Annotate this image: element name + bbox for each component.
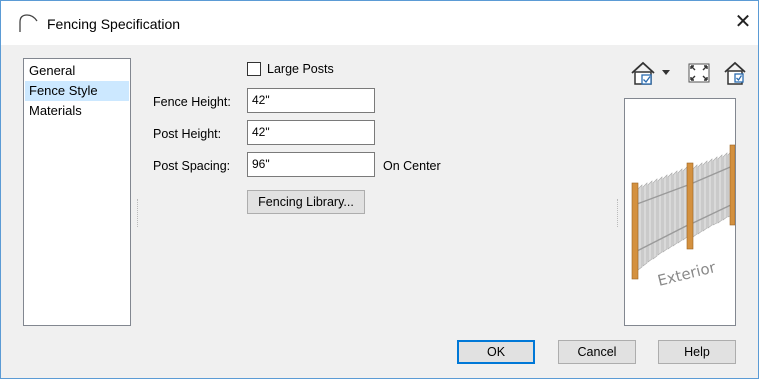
post-height-label: Post Height: bbox=[153, 127, 222, 141]
post-height-input[interactable]: 42" bbox=[247, 120, 375, 145]
help-button[interactable]: Help bbox=[658, 340, 736, 364]
fence-app-icon bbox=[17, 12, 39, 34]
close-button[interactable]: ✕ bbox=[728, 9, 758, 37]
post-spacing-unit-label: On Center bbox=[383, 159, 441, 173]
left-splitter-handle[interactable] bbox=[137, 199, 139, 227]
large-posts-label[interactable]: Large Posts bbox=[267, 62, 334, 76]
post-spacing-label: Post Spacing: bbox=[153, 159, 231, 173]
chevron-down-icon[interactable] bbox=[662, 65, 670, 75]
nav-item-general[interactable]: General bbox=[25, 61, 129, 81]
category-list: General Fence Style Materials bbox=[23, 58, 131, 326]
fence-preview-image bbox=[631, 144, 735, 280]
cancel-button[interactable]: Cancel bbox=[558, 340, 636, 364]
house-view-icon[interactable] bbox=[629, 59, 657, 87]
fencing-library-button[interactable]: Fencing Library... bbox=[247, 190, 365, 214]
right-splitter-handle[interactable] bbox=[617, 199, 619, 227]
fill-window-icon[interactable] bbox=[685, 59, 713, 87]
fence-3d-preview: Exterior bbox=[624, 98, 736, 326]
post-spacing-input[interactable]: 96" bbox=[247, 152, 375, 177]
fence-height-input[interactable]: 42" bbox=[247, 88, 375, 113]
ok-button[interactable]: OK bbox=[457, 340, 535, 364]
fence-height-label: Fence Height: bbox=[153, 95, 231, 109]
show-in-view-icon[interactable] bbox=[721, 59, 749, 87]
title-bar: Fencing Specification ✕ bbox=[1, 1, 758, 45]
nav-item-fence-style[interactable]: Fence Style bbox=[25, 81, 129, 101]
nav-item-materials[interactable]: Materials bbox=[25, 101, 129, 121]
fencing-specification-dialog: Fencing Specification ✕ General Fence St… bbox=[0, 0, 759, 379]
window-title: Fencing Specification bbox=[47, 16, 181, 32]
large-posts-checkbox[interactable] bbox=[247, 62, 261, 76]
